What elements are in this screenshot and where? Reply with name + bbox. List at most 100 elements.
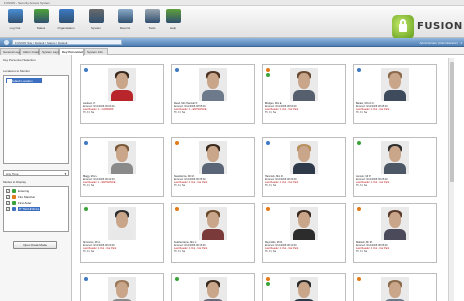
personnel-photo: [108, 207, 136, 240]
fusion-logo: FUSION: [392, 15, 462, 39]
personnel-card[interactable]: Featherstone, Mrs J. Entered: 3/12/2008 0…: [171, 203, 255, 263]
personnel-photo: [290, 207, 318, 240]
status-icon: [266, 277, 270, 281]
personnel-photo: [381, 207, 409, 240]
status-icon: [357, 68, 361, 72]
personnel-photo: [199, 207, 227, 240]
mode-icon: [12, 207, 16, 211]
personnel-photo: [290, 68, 318, 101]
personnel-detail: Th, Fr, Sa: [265, 184, 276, 187]
open-kiosk-mode-button[interactable]: Open Kiosk Mode: [13, 241, 57, 249]
mode-item[interactable]: First Aider: [6, 201, 66, 206]
tab-system-layout[interactable]: System Layout: [39, 48, 62, 55]
personnel-detail: Th, Fr, Sa: [83, 184, 94, 187]
toolbar-button-label: Organisation: [57, 26, 75, 30]
status-icon: [357, 277, 361, 281]
personnel-card[interactable]: Swanborne, Mr M. Entered: 3/12/2008 08:35…: [171, 137, 255, 197]
personnel-grid: Jackson, P. Entered: 3/12/2008 09:00:00 La…: [80, 58, 442, 301]
help-icon: [165, 9, 181, 23]
mode-checkbox[interactable]: [6, 195, 10, 199]
mode-checkbox[interactable]: [6, 189, 10, 193]
personnel-photo: [381, 68, 409, 101]
personnel-photo: [290, 277, 318, 301]
personnel-card[interactable]: Blagg, Mrs L. Entered: 3/12/2008 08:40:00…: [80, 137, 164, 197]
tab-bar: General Layout Alarm Graph System Layout Ke…: [0, 47, 464, 56]
personnel-card[interactable]: Reynolds, Mr R. Entered: 3/12/2008 08:10:…: [262, 203, 346, 263]
status-icon: [266, 68, 270, 72]
chevron-down-icon: ▼: [64, 172, 67, 176]
modes-label: Modes to Display: [3, 180, 27, 184]
scrollbar-thumb[interactable]: [450, 62, 454, 182]
personnel-card[interactable]: Bridges, Mrs E. Entered: 3/12/2008 08:50:…: [262, 64, 346, 124]
time-select[interactable]: Any Time ▼: [3, 170, 69, 176]
address-path[interactable]: FUSION Site \ Default \ Status \ Default: [12, 39, 122, 45]
personnel-info: Jackson, P. Entered: 3/12/2008 09:00:00 La…: [83, 102, 163, 114]
personnel-card[interactable]: [171, 273, 255, 301]
personnel-card[interactable]: Mattock, Mr M. Entered: 3/12/2008 08:05:0…: [353, 203, 437, 263]
personnel-detail: Th, Fr, Sa: [356, 184, 367, 187]
status-icon: [357, 141, 361, 145]
toolbar-button-label: Log Out: [9, 26, 21, 30]
tab-system-info[interactable]: System Info: [84, 48, 108, 55]
system-icon: [88, 9, 104, 23]
personnel-info: Mattock, Mr M. Entered: 3/12/2008 08:05:0…: [356, 241, 436, 253]
personnel-info: Blagg, Mrs L. Entered: 3/12/2008 08:40:00…: [83, 175, 163, 187]
personnel-photo: [199, 141, 227, 174]
personnel-card[interactable]: Reed, Mrs Hannah P. Entered: 3/12/2008 08…: [171, 64, 255, 124]
personnel-detail: Th, Fr, Sa: [174, 111, 185, 114]
toolbar-button-label: Reports: [119, 26, 131, 30]
personnel-photo: [381, 277, 409, 301]
personnel-card[interactable]: Hancock, Mrs D. Entered: 3/12/2008 08:30:…: [262, 137, 346, 197]
log-out-button[interactable]: Log Out: [3, 9, 27, 36]
organisation-icon: [58, 9, 74, 23]
personnel-info: Reynolds, Mr R. Entered: 3/12/2008 08:10:…: [265, 241, 345, 253]
personnel-info: Featherstone, Mrs J. Entered: 3/12/2008 0…: [174, 241, 254, 253]
reports-button[interactable]: Reports: [113, 9, 137, 36]
personnel-detail: Th, Fr, Sa: [265, 111, 276, 114]
tools-icon: [144, 9, 160, 23]
personnel-info: Swanborne, Mr M. Entered: 3/12/2008 08:35…: [174, 175, 254, 187]
reports-icon: [117, 9, 133, 23]
mode-item[interactable]: Entering: [6, 189, 66, 194]
mode-icon: [12, 195, 16, 199]
status-icon: [84, 207, 88, 211]
personnel-photo: [108, 277, 136, 301]
mode-item[interactable]: IT TECHNICAL: [6, 207, 66, 212]
status-icon: [357, 207, 361, 211]
personnel-card[interactable]: Jenson, Mr P. Entered: 3/12/2008 08:25:00…: [353, 137, 437, 197]
toolbar-button-label: Help: [169, 26, 177, 30]
personnel-card[interactable]: [80, 273, 164, 301]
tab-alarm-graph[interactable]: Alarm Graph: [20, 48, 40, 55]
personnel-info: Hancock, Mrs D. Entered: 3/12/2008 08:30:…: [265, 175, 345, 187]
mode-checkbox[interactable]: [6, 207, 10, 211]
status-icon: [266, 282, 270, 286]
grid-scrollbar[interactable]: [448, 58, 454, 301]
address-bar: FUSION Site \ Default \ Status \ Default…: [0, 38, 464, 47]
mode-label: Entering: [18, 189, 30, 193]
personnel-card[interactable]: [353, 273, 437, 301]
location-icon: [4, 40, 9, 45]
personnel-card[interactable]: Barker, Mrs D.C. Entered: 3/12/2008 08:45…: [353, 64, 437, 124]
status-button[interactable]: Status: [29, 9, 53, 36]
personnel-card[interactable]: [262, 273, 346, 301]
personnel-photo: [108, 141, 136, 174]
mode-checkbox[interactable]: [6, 201, 10, 205]
status-icon: [266, 141, 270, 145]
personnel-card[interactable]: Simmons, Mr A. Entered: 3/12/2008 08:20:0…: [80, 203, 164, 263]
system-button[interactable]: System: [84, 9, 108, 36]
personnel-detail: Th, Fr, Sa: [356, 111, 367, 114]
status-icon: [33, 9, 49, 23]
organisation-button[interactable]: Organisation: [54, 9, 78, 36]
tab-general-layout[interactable]: General Layout: [0, 48, 24, 55]
mode-item[interactable]: Fire Marshal: [6, 195, 66, 200]
status-icon: [84, 141, 88, 145]
personnel-card[interactable]: Jackson, P. Entered: 3/12/2008 09:00:00 La…: [80, 64, 164, 124]
mode-icon: [12, 201, 16, 205]
personnel-info: Bridges, Mrs E. Entered: 3/12/2008 08:50:…: [265, 102, 345, 114]
personnel-detail: Th, Fr, Sa: [265, 250, 276, 253]
help-button[interactable]: Help: [161, 9, 185, 36]
status-icon: [266, 73, 270, 77]
status-icon: [84, 277, 88, 281]
location-item[interactable]: Default Location: [6, 78, 42, 84]
locations-list[interactable]: Default Location: [3, 75, 69, 164]
